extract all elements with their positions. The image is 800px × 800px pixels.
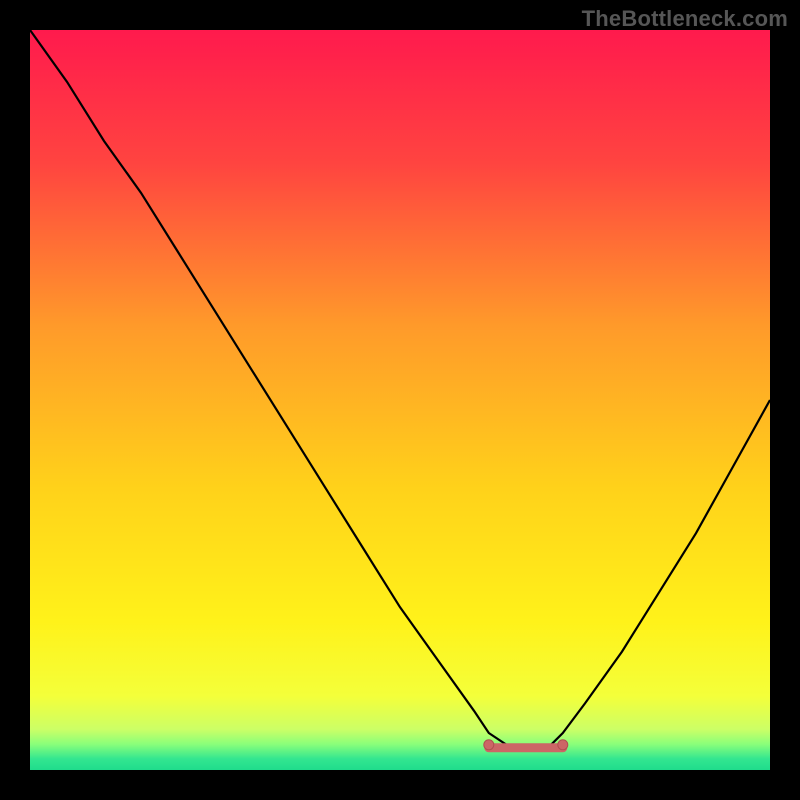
watermark-text: TheBottleneck.com <box>582 6 788 32</box>
chart-frame: TheBottleneck.com <box>0 0 800 800</box>
gradient-background <box>30 30 770 770</box>
plot-area <box>30 30 770 770</box>
chart-svg <box>30 30 770 770</box>
